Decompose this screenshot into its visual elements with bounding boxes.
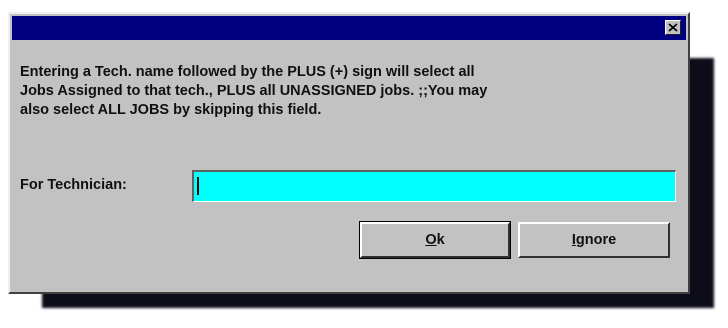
message-line-3: also select ALL JOBS by skipping this fi…: [20, 102, 322, 118]
text-caret: [197, 177, 199, 195]
close-button[interactable]: [665, 20, 681, 35]
ok-label-rest: k: [436, 232, 445, 248]
ok-mnemonic: O: [425, 232, 437, 248]
message-line-1: Entering a Tech. name followed by the PL…: [20, 64, 475, 80]
ok-button[interactable]: Ok: [359, 221, 511, 259]
dialog-titlebar[interactable]: [12, 16, 686, 40]
technician-label: For Technician:: [20, 177, 127, 193]
technician-input[interactable]: [192, 170, 676, 202]
message-line-2: Jobs Assigned to that tech., PLUS all UN…: [20, 83, 488, 99]
instruction-message: Entering a Tech. name followed by the PL…: [20, 63, 670, 120]
close-icon: [668, 23, 678, 32]
ignore-button[interactable]: Ignore: [518, 222, 670, 258]
ignore-label-rest: gnore: [575, 232, 617, 248]
